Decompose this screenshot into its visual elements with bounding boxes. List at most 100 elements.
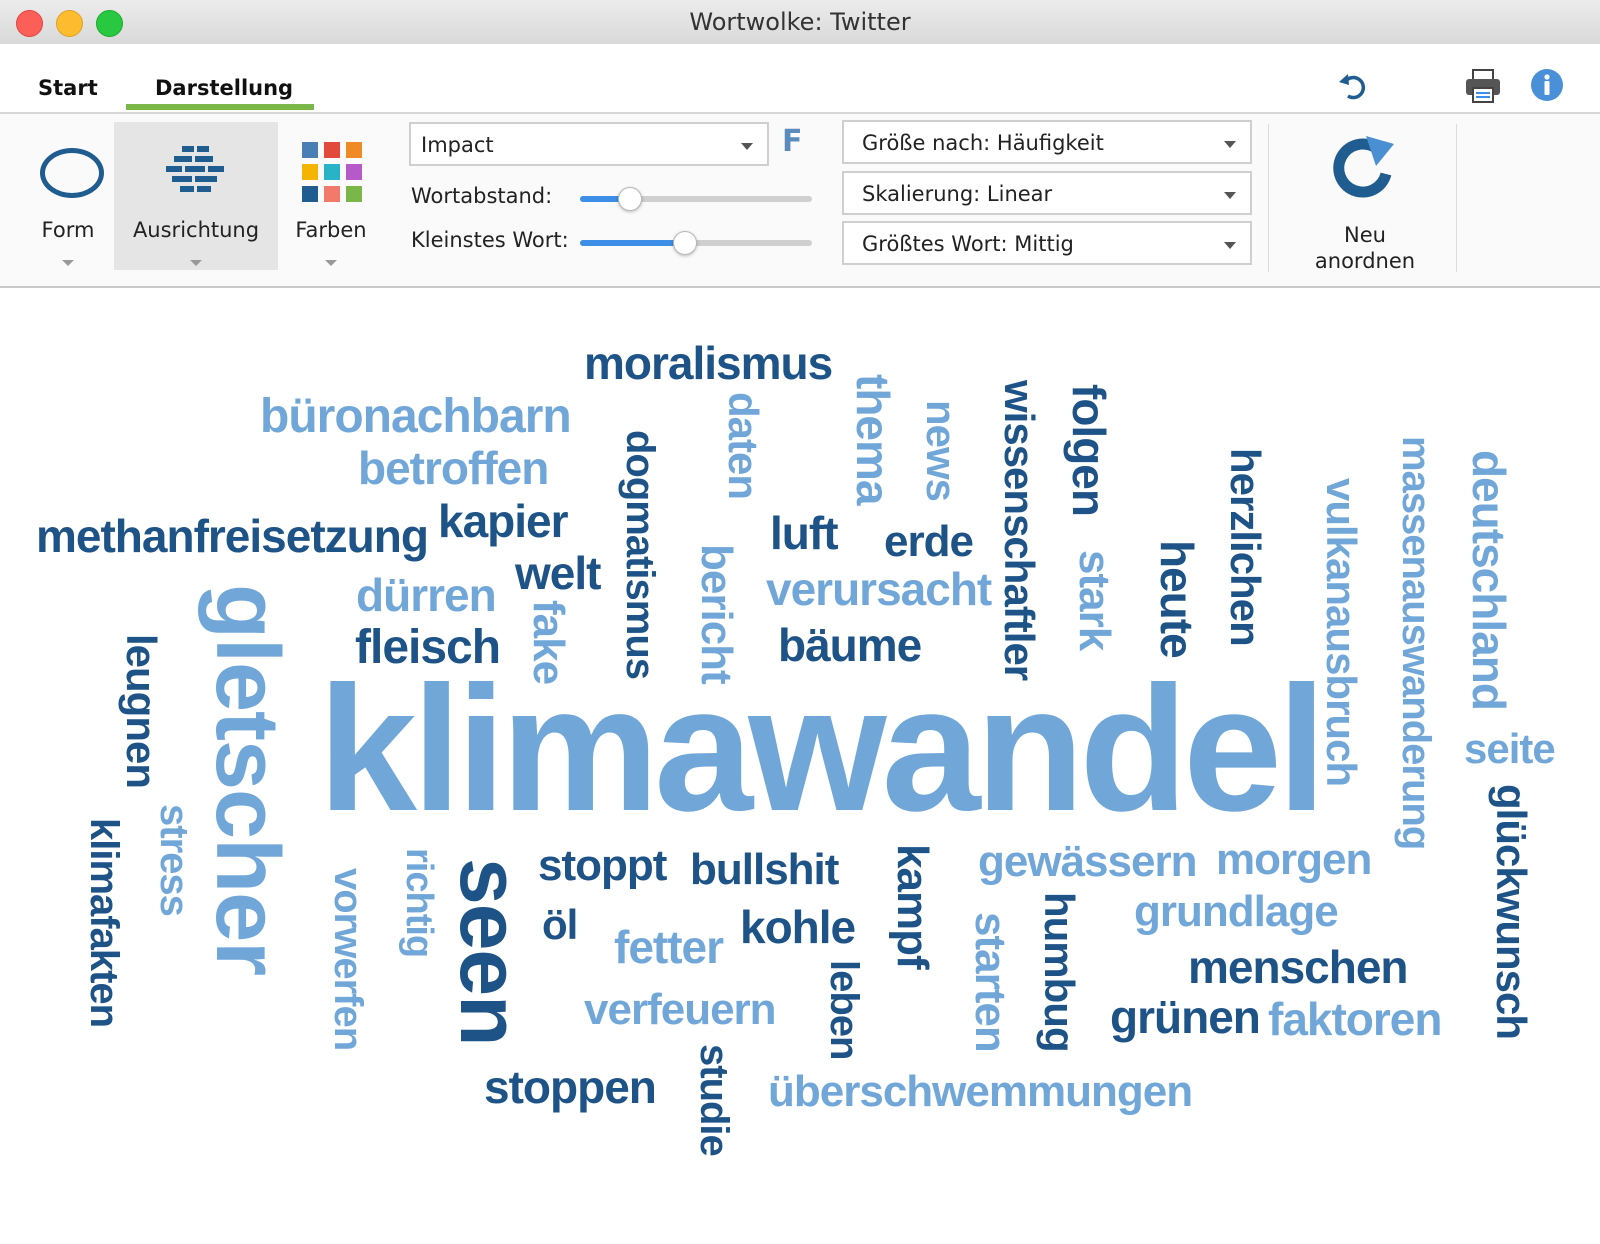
refresh-icon <box>1330 134 1400 208</box>
word-klimafakten[interactable]: klimafakten <box>82 818 126 1027</box>
word-verursacht[interactable]: verursacht <box>766 566 992 612</box>
size-by-select[interactable]: Größe nach: Häufigkeit <box>842 120 1252 164</box>
font-style-icon[interactable]: F <box>782 124 803 159</box>
word-kapier[interactable]: kapier <box>438 498 569 544</box>
word-deutschland[interactable]: deutschland <box>1463 450 1515 710</box>
word-seen[interactable]: seen <box>443 858 537 1045</box>
word-stark[interactable]: stark <box>1070 550 1119 650</box>
word-folgen[interactable]: folgen <box>1063 384 1115 516</box>
chevron-down-icon <box>1224 242 1236 249</box>
word-stoppen[interactable]: stoppen <box>484 1064 657 1110</box>
wortabstand-slider[interactable] <box>580 187 812 211</box>
word-cloud: klimawandel moralismus büronachbarn betr… <box>0 288 1600 1244</box>
word-gewaessern[interactable]: gewässern <box>978 840 1197 884</box>
word-wissenschaftler[interactable]: wissenschaftler <box>996 380 1043 680</box>
word-luft[interactable]: luft <box>770 510 839 556</box>
rearrange-label-line1: Neu <box>1344 223 1386 247</box>
active-tab-indicator <box>126 104 314 110</box>
word-news[interactable]: news <box>918 400 965 501</box>
color-swatch <box>346 142 362 158</box>
word-starten[interactable]: starten <box>966 912 1015 1052</box>
word-stress[interactable]: stress <box>152 804 196 916</box>
word-erde[interactable]: erde <box>884 520 974 564</box>
slider-handle[interactable] <box>617 187 642 211</box>
word-gruenen[interactable]: grünen <box>1110 994 1261 1040</box>
form-button[interactable]: Form <box>18 122 118 270</box>
word-oel[interactable]: öl <box>542 904 578 946</box>
word-bullshit[interactable]: bullshit <box>690 848 839 892</box>
word-betroffen[interactable]: betroffen <box>358 445 549 491</box>
word-leben[interactable]: leben <box>822 960 866 1059</box>
word-humbug[interactable]: humbug <box>1036 892 1083 1052</box>
word-baeume[interactable]: bäume <box>778 622 922 668</box>
ausrichtung-label: Ausrichtung <box>132 218 260 242</box>
word-thema[interactable]: thema <box>847 374 899 504</box>
info-icon[interactable] <box>1530 68 1564 102</box>
word-massenauswanderung[interactable]: massenauswanderung <box>1394 436 1438 849</box>
word-kohle[interactable]: kohle <box>740 904 856 950</box>
ellipse-shape-icon <box>40 148 104 198</box>
window-title: Wortwolke: Twitter <box>689 8 911 36</box>
word-stoppt[interactable]: stoppt <box>538 844 667 888</box>
chevron-down-icon <box>1224 141 1236 148</box>
word-seite[interactable]: seite <box>1464 728 1556 770</box>
word-morgen[interactable]: morgen <box>1216 838 1372 882</box>
word-daten[interactable]: daten <box>720 392 767 499</box>
wortabstand-label: Wortabstand: <box>411 184 553 208</box>
tab-start[interactable]: Start <box>38 76 98 100</box>
orientation-bricks-icon <box>164 144 228 198</box>
color-swatch <box>346 186 362 202</box>
word-studie[interactable]: studie <box>692 1044 736 1156</box>
word-glueckwunsch[interactable]: glückwunsch <box>1488 784 1535 1039</box>
word-fleisch[interactable]: fleisch <box>355 624 501 672</box>
ribbon-toolbar: Form Ausrichtung Farben Impact F Wortabs… <box>0 114 1600 288</box>
color-swatch <box>324 186 340 202</box>
scaling-value: Skalierung: Linear <box>862 182 1053 206</box>
undo-icon[interactable] <box>1336 70 1370 104</box>
color-swatch <box>346 164 362 180</box>
word-bericht[interactable]: bericht <box>692 544 741 684</box>
farben-button[interactable]: Farben <box>276 122 386 270</box>
word-verfeuern[interactable]: verfeuern <box>584 988 777 1032</box>
word-richtig[interactable]: richtig <box>398 848 440 957</box>
word-welt[interactable]: welt <box>515 550 601 596</box>
word-leugnen[interactable]: leugnen <box>118 634 165 788</box>
word-ueberschwemmungen[interactable]: überschwemmungen <box>768 1070 1193 1114</box>
word-klimawandel[interactable]: klimawandel <box>318 660 1327 838</box>
word-methanfreisetzung[interactable]: methanfreisetzung <box>36 513 429 559</box>
word-fetter[interactable]: fetter <box>614 924 724 970</box>
word-vorwerfen[interactable]: vorwerfen <box>326 868 370 1050</box>
color-swatch <box>302 142 318 158</box>
word-gletscher[interactable]: gletscher <box>197 584 297 975</box>
tab-darstellung[interactable]: Darstellung <box>155 76 293 100</box>
word-moralismus[interactable]: moralismus <box>584 340 833 386</box>
slider-handle[interactable] <box>673 231 698 255</box>
kleinstes-wort-slider[interactable] <box>580 231 812 255</box>
font-select[interactable]: Impact <box>409 122 769 166</box>
chevron-down-icon <box>62 260 74 266</box>
word-heute[interactable]: heute <box>1151 540 1203 658</box>
word-grundlage[interactable]: grundlage <box>1134 890 1339 934</box>
word-dogmatismus[interactable]: dogmatismus <box>618 430 662 679</box>
rearrange-button[interactable]: Neu anordnen <box>1290 124 1440 274</box>
word-fake[interactable]: fake <box>524 600 573 684</box>
ausrichtung-button[interactable]: Ausrichtung <box>114 122 278 270</box>
scaling-select[interactable]: Skalierung: Linear <box>842 171 1252 215</box>
word-duerren[interactable]: dürren <box>356 572 497 618</box>
word-faktoren[interactable]: faktoren <box>1268 996 1442 1042</box>
divider <box>1268 124 1269 272</box>
word-vulkanausbruch[interactable]: vulkanausbruch <box>1318 478 1365 786</box>
title-bar: Wortwolke: Twitter <box>0 0 1600 45</box>
chevron-down-icon <box>190 260 202 266</box>
word-bueronachbarn[interactable]: büronachbarn <box>260 393 572 441</box>
word-kampf[interactable]: kampf <box>888 844 937 969</box>
kleinstes-wort-label: Kleinstes Wort: <box>411 228 569 252</box>
chevron-down-icon <box>741 143 753 150</box>
word-herzlichen[interactable]: herzlichen <box>1222 448 1269 646</box>
largest-word-select[interactable]: Größtes Wort: Mittig <box>842 221 1252 265</box>
chevron-down-icon <box>325 260 337 266</box>
slider-fill <box>580 240 685 246</box>
printer-icon[interactable] <box>1464 68 1502 104</box>
word-menschen[interactable]: menschen <box>1188 944 1409 990</box>
form-label: Form <box>41 218 95 242</box>
